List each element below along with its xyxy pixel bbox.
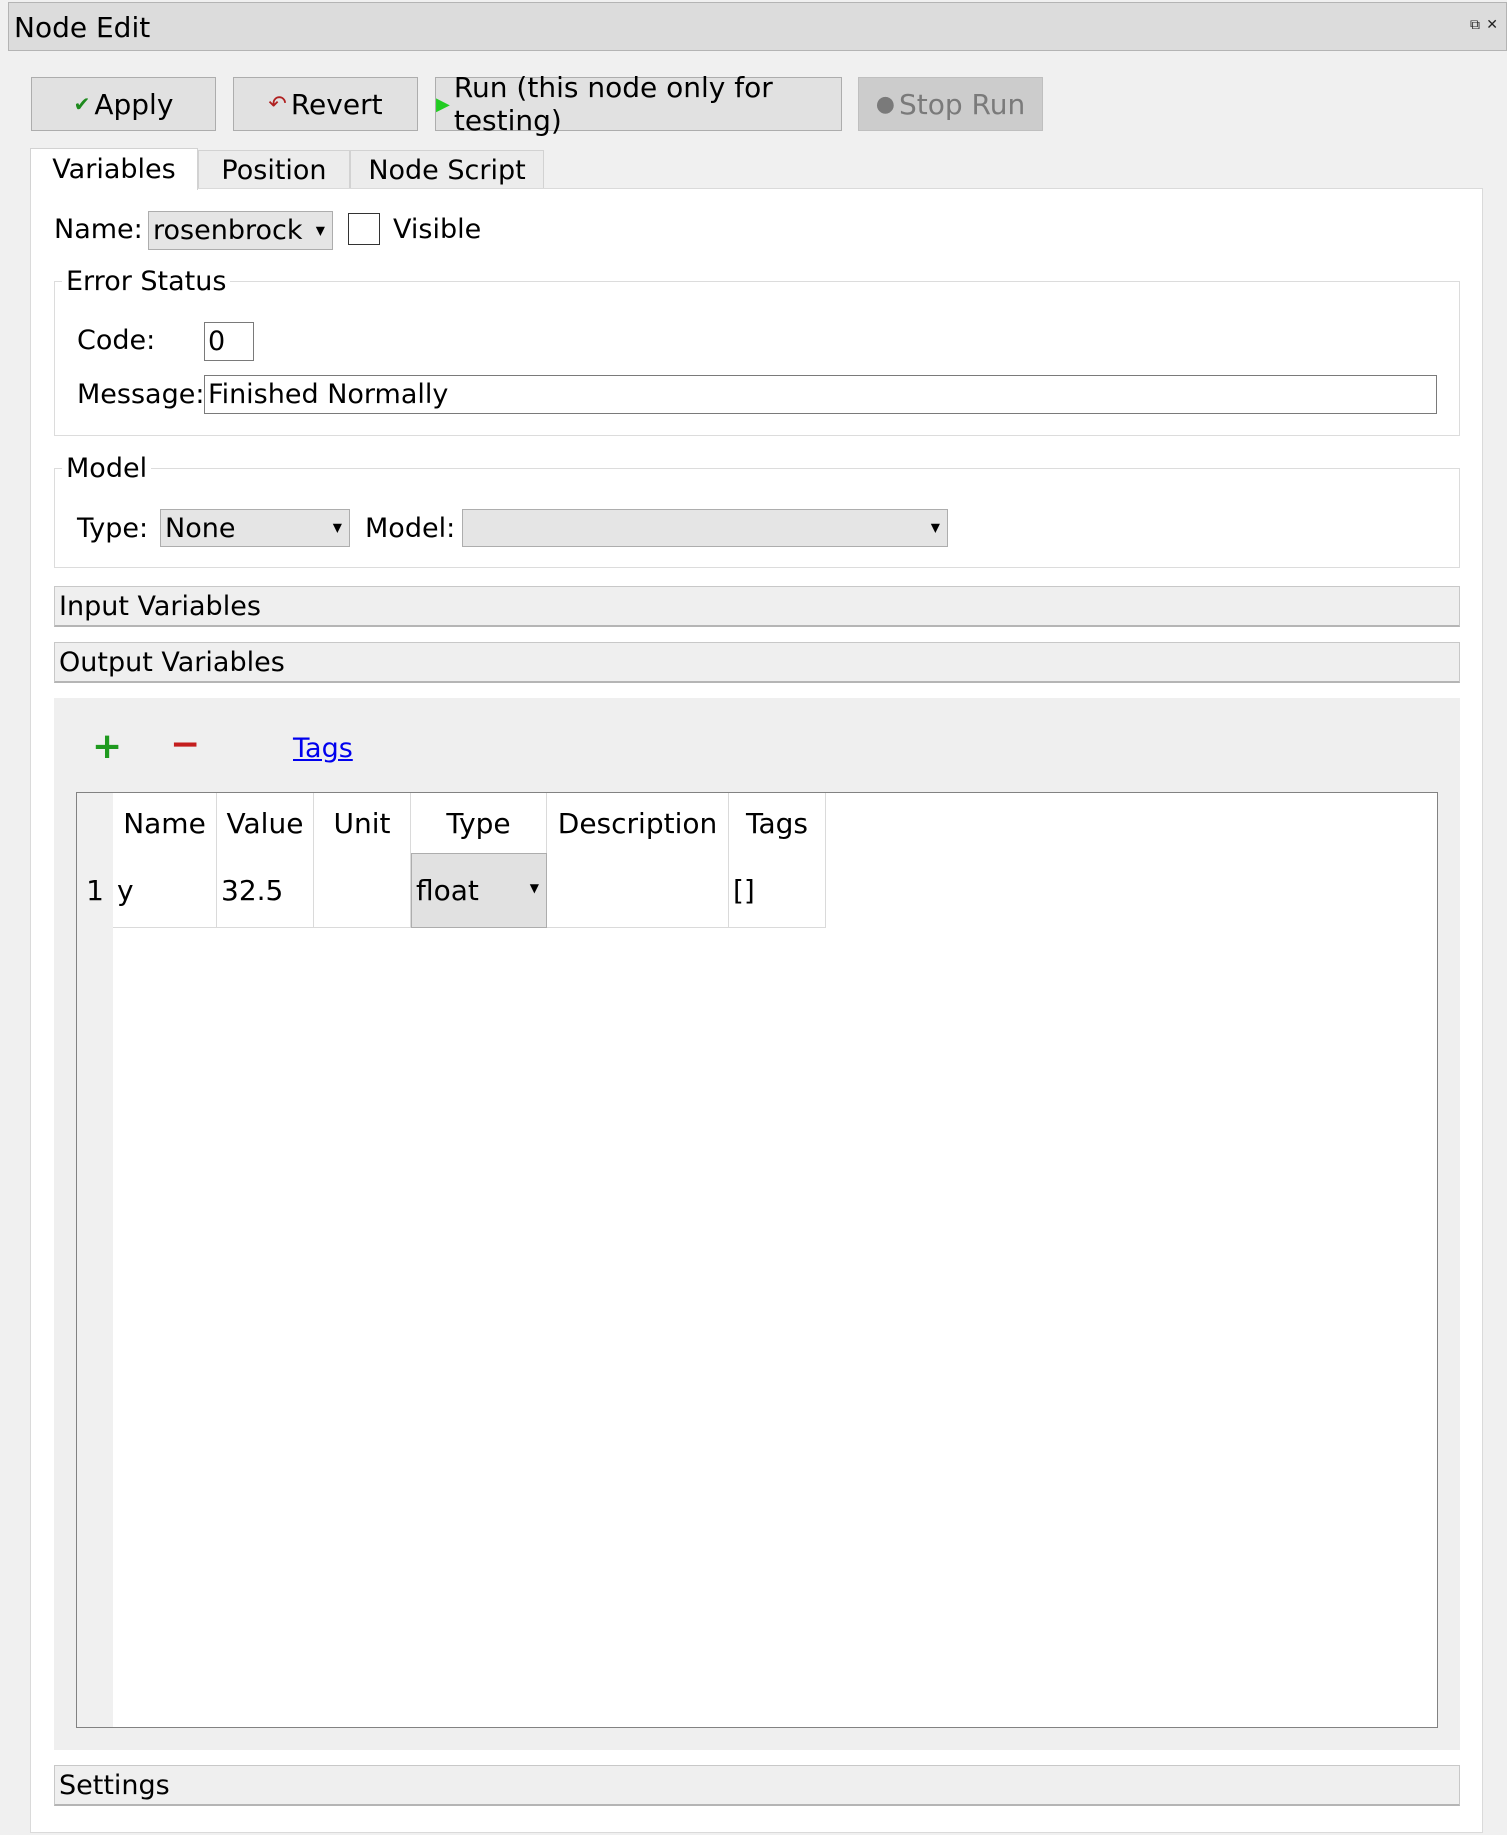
column-header-value[interactable]: Value: [217, 793, 314, 853]
undo-icon: ↶: [268, 91, 287, 117]
visible-label: Visible: [393, 214, 482, 245]
row-header[interactable]: 1: [77, 853, 113, 928]
cell-description[interactable]: [547, 853, 729, 928]
input-variables-section[interactable]: Input Variables: [54, 586, 1460, 627]
name-label: Name:: [54, 214, 143, 245]
cell-unit[interactable]: [314, 853, 411, 928]
revert-button[interactable]: ↶ Revert: [233, 77, 418, 131]
column-header-name[interactable]: Name: [113, 793, 217, 853]
plus-icon[interactable]: +: [92, 726, 122, 767]
model-type-combo[interactable]: None ▼: [160, 509, 350, 547]
tab-position[interactable]: Position: [198, 150, 350, 189]
apply-button[interactable]: ✔ Apply: [31, 77, 216, 131]
output-variables-table: [76, 792, 1438, 1728]
model-title: Model: [62, 453, 152, 484]
column-header-tags[interactable]: Tags: [729, 793, 826, 853]
restore-icon[interactable]: ⧉: [1470, 17, 1480, 33]
node-name-combo[interactable]: rosenbrock ▼: [148, 211, 333, 250]
chevron-down-icon: ▼: [315, 222, 325, 237]
chevron-down-icon: ▼: [332, 520, 342, 535]
stop-dot-icon: ●: [875, 91, 895, 117]
model-combo[interactable]: ▼: [462, 509, 948, 547]
cell-name[interactable]: y: [113, 853, 217, 928]
cell-tags[interactable]: []: [729, 853, 826, 928]
code-field[interactable]: 0: [204, 322, 254, 361]
code-label: Code:: [77, 325, 156, 356]
type-label: Type:: [77, 513, 149, 544]
minus-icon[interactable]: −: [170, 724, 200, 765]
stop-run-button[interactable]: ● Stop Run: [858, 77, 1043, 131]
row-header-column: [77, 793, 113, 1727]
play-icon: ▶: [436, 93, 450, 115]
settings-section[interactable]: Settings: [54, 1765, 1460, 1806]
chevron-down-icon: ▼: [529, 881, 539, 895]
model-label: Model:: [365, 513, 456, 544]
tags-link[interactable]: Tags: [293, 733, 353, 764]
message-field[interactable]: Finished Normally: [204, 375, 1437, 414]
column-header-unit[interactable]: Unit: [314, 793, 411, 853]
chevron-down-icon: ▼: [930, 520, 940, 535]
tab-variables[interactable]: Variables: [30, 148, 198, 190]
output-variables-section[interactable]: Output Variables: [54, 642, 1460, 683]
checkmark-icon: ✔: [73, 92, 91, 116]
run-button[interactable]: ▶ Run (this node only for testing): [435, 71, 842, 137]
close-icon[interactable]: ✕: [1486, 17, 1498, 33]
tab-node-script[interactable]: Node Script: [350, 150, 544, 189]
column-header-type[interactable]: Type: [411, 793, 547, 853]
visible-checkbox[interactable]: [348, 213, 380, 245]
window-title: Node Edit: [14, 11, 151, 44]
error-status-title: Error Status: [62, 266, 231, 297]
cell-value[interactable]: 32.5: [217, 853, 314, 928]
window-titlebar: Node Edit ⧉ ✕: [8, 2, 1507, 51]
cell-type-combo[interactable]: float ▼: [411, 853, 547, 928]
message-label: Message:: [77, 379, 205, 410]
column-header-description[interactable]: Description: [547, 793, 729, 853]
